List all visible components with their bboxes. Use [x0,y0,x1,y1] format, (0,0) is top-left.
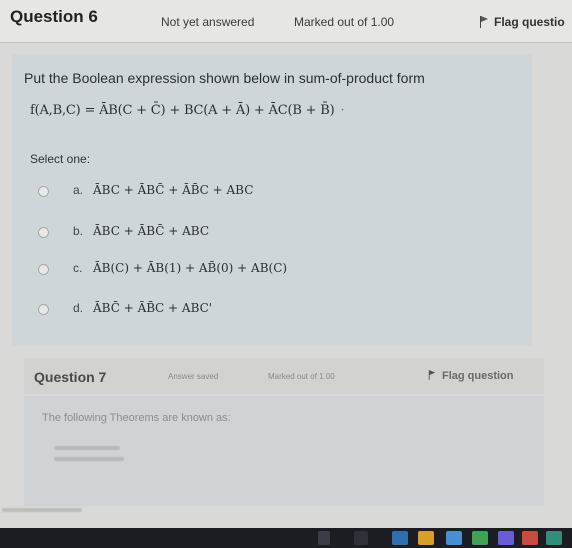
option-a-letter: a. [73,183,84,197]
question-6-prompt: Put the Boolean expression shown below i… [24,70,425,86]
question-6-title: Question 6 [10,7,98,26]
option-c[interactable]: c. ĀB(C) + ĀB(1) + AB̄(0) + AB(C) [38,261,438,283]
option-c-text: ĀB(C) + ĀB(1) + AB̄(0) + AB(C) [93,261,288,275]
question-6-mark: Marked out of 1.00 [294,15,395,29]
select-one-label: Select one: [30,152,91,166]
theorem-line-2 [54,457,124,461]
flag-question-7-button[interactable]: Flag question [428,369,514,382]
question-6-expression: f(A,B,C) = ĀB(C + C̄) + BC(A + Ā) + ĀC(B… [30,103,345,118]
flag-icon [480,16,488,28]
expression-text: f(A,B,C) = ĀB(C + C̄) + BC(A + Ā) + ĀC(B… [30,103,335,118]
flag-question-6-button[interactable]: Flag questio [480,15,565,29]
option-b-text: ĀBC + ĀBC̄ + ABC [93,224,210,238]
flag-icon [428,370,436,380]
question-7-prompt: The following Theorems are known as: [42,412,231,424]
taskbar-task-view-icon[interactable] [354,531,368,545]
taskbar-app-icon[interactable] [392,531,408,545]
taskbar-app3-icon[interactable] [522,531,538,545]
taskbar [0,528,572,548]
footer-blur [2,508,82,512]
flag-question-7-label: Flag question [442,370,514,382]
option-b-radio[interactable] [38,227,49,238]
option-d-radio[interactable] [38,304,49,315]
option-b-letter: b. [73,224,84,238]
option-d[interactable]: d. ĀBC̄ + ĀB̄C + ABC' [38,301,438,323]
taskbar-search-icon[interactable] [318,531,330,545]
taskbar-app4-icon[interactable] [546,531,562,545]
option-d-letter: d. [73,301,84,315]
taskbar-chrome-icon[interactable] [472,531,488,545]
theorem-line-1 [54,446,120,450]
flag-question-6-label: Flag questio [494,15,565,29]
question-7-state: Answer saved [168,372,219,381]
option-a[interactable]: a. ĀBC + ĀBC̄ + ĀB̄C + ABC [38,183,438,205]
option-c-radio[interactable] [38,264,49,275]
expression-dot: · [340,103,345,118]
option-c-letter: c. [73,261,83,275]
taskbar-folder-icon[interactable] [418,531,434,545]
question-7-title: Question 7 [34,369,107,385]
option-b[interactable]: b. ĀBC + ĀBC̄ + ABC [38,224,438,246]
option-a-radio[interactable] [38,186,49,197]
question-7-mark: Marked out of 1.00 [268,372,335,381]
taskbar-app2-icon[interactable] [498,531,514,545]
option-d-text: ĀBC̄ + ĀB̄C + ABC' [93,301,213,315]
taskbar-browser-icon[interactable] [446,531,462,545]
question-6-state: Not yet answered [161,15,255,29]
option-a-text: ĀBC + ĀBC̄ + ĀB̄C + ABC [93,183,254,197]
